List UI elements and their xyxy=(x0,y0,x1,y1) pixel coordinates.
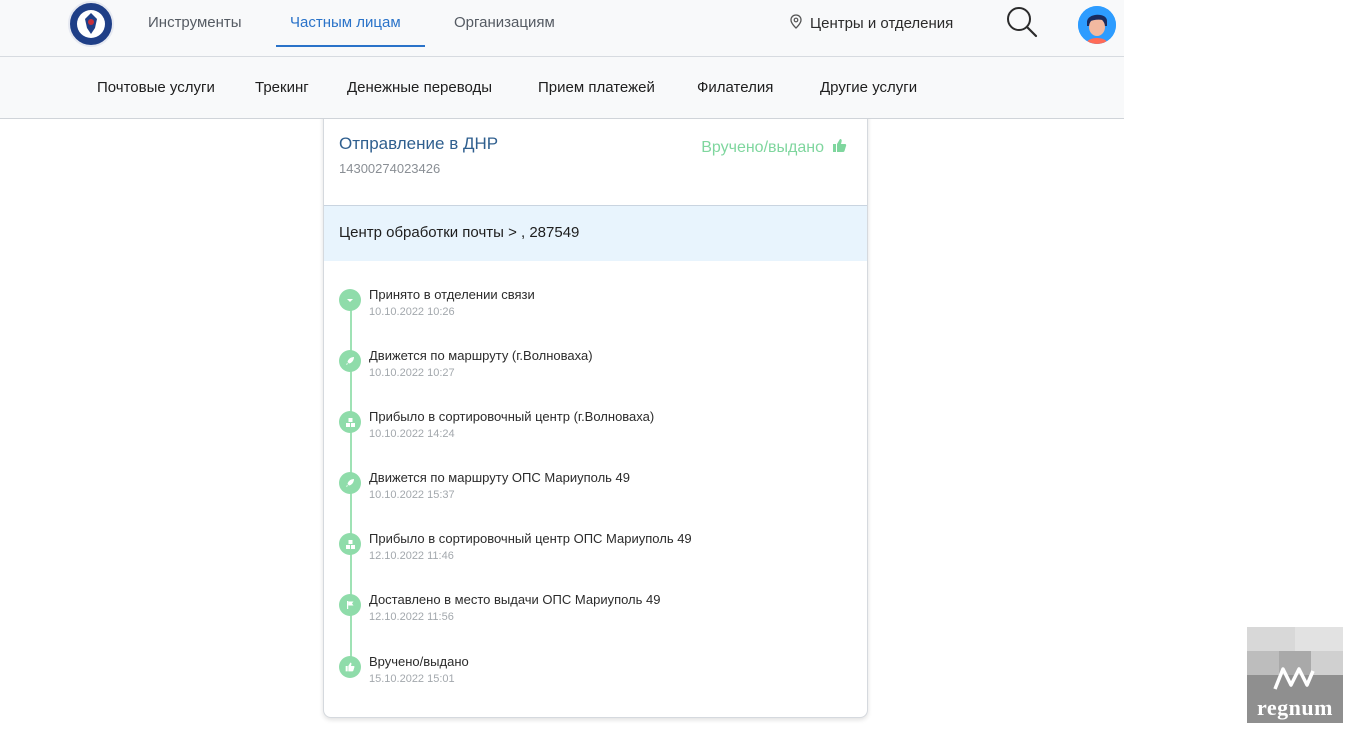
regnum-logo-mark xyxy=(1273,667,1315,690)
event-label: Вручено/выдано xyxy=(369,654,469,669)
event-label: Прибыло в сортировочный центр (г.Волнова… xyxy=(369,409,655,424)
search-icon[interactable] xyxy=(1005,5,1039,39)
event-time: 12.10.2022 11:46 xyxy=(369,550,454,562)
rocket-icon xyxy=(339,472,361,494)
regnum-watermark: regnum xyxy=(1247,627,1343,723)
tracking-number: 14300274023426 xyxy=(339,161,441,176)
active-tab-indicator xyxy=(276,45,425,47)
subnav-other-services[interactable]: Другие услуги xyxy=(820,79,917,96)
top-header: Инструменты Частным лицам Организациям Ц… xyxy=(0,0,1124,57)
event-time: 10.10.2022 15:37 xyxy=(369,489,455,501)
timeline-event: Доставлено в место выдачи ОПС Мариуполь … xyxy=(339,592,839,632)
shipment-status: Вручено/выдано xyxy=(701,138,847,158)
event-time: 10.10.2022 14:24 xyxy=(369,428,455,440)
user-avatar[interactable] xyxy=(1078,6,1116,44)
centers-link[interactable]: Центры и отделения xyxy=(790,14,953,33)
event-label: Движется по маршруту ОПС Мариуполь 49 xyxy=(369,470,630,485)
event-label: Прибыло в сортировочный центр ОПС Мариуп… xyxy=(369,531,692,546)
current-location: Центр обработки почты > , 287549 xyxy=(339,224,580,241)
timeline-event: Прибыло в сортировочный центр (г.Волнова… xyxy=(339,409,839,449)
chevron-down-icon xyxy=(339,289,361,311)
flag-icon xyxy=(339,594,361,616)
subnav-postal-services[interactable]: Почтовые услуги xyxy=(97,79,215,96)
event-time: 10.10.2022 10:27 xyxy=(369,367,455,379)
shipment-title: Отправление в ДНР xyxy=(339,134,499,153)
event-label: Принято в отделении связи xyxy=(369,287,535,302)
event-time: 12.10.2022 11:56 xyxy=(369,611,454,623)
timeline-event: Движется по маршруту (г.Волноваха) 10.10… xyxy=(339,348,839,388)
nav-organizations[interactable]: Организациям xyxy=(454,14,555,31)
cubes-icon xyxy=(339,411,361,433)
thumbs-up-icon xyxy=(339,656,361,678)
event-time: 10.10.2022 10:26 xyxy=(369,306,455,318)
timeline-event: Прибыло в сортировочный центр ОПС Мариуп… xyxy=(339,531,839,571)
nav-individuals[interactable]: Частным лицам xyxy=(290,14,401,31)
centers-label: Центры и отделения xyxy=(810,15,954,32)
subnav-payments[interactable]: Прием платежей xyxy=(538,79,655,96)
watermark-text: regnum xyxy=(1257,695,1333,720)
subnav-philately[interactable]: Филателия xyxy=(697,79,773,96)
timeline-event: Принято в отделении связи 10.10.2022 10:… xyxy=(339,287,839,327)
cubes-icon xyxy=(339,533,361,555)
tracking-card: Отправление в ДНР 14300274023426 Вручено… xyxy=(323,100,868,718)
subnav-tracking[interactable]: Трекинг xyxy=(255,79,309,96)
timeline-event: Движется по маршруту ОПС Мариуполь 49 10… xyxy=(339,470,839,510)
current-location-band: Центр обработки почты > , 287549 xyxy=(324,206,867,261)
subnav-money-transfers[interactable]: Денежные переводы xyxy=(347,79,492,96)
nav-tools[interactable]: Инструменты xyxy=(148,14,242,31)
timeline-event: Вручено/выдано 15.10.2022 15:01 xyxy=(339,654,839,694)
event-label: Движется по маршруту (г.Волноваха) xyxy=(369,348,593,363)
site-logo[interactable] xyxy=(68,1,114,47)
event-label: Доставлено в место выдачи ОПС Мариуполь … xyxy=(369,592,661,607)
status-label: Вручено/выдано xyxy=(701,139,824,156)
event-time: 15.10.2022 15:01 xyxy=(369,673,455,685)
thumbs-up-icon xyxy=(832,138,847,158)
rocket-icon xyxy=(339,350,361,372)
map-pin-icon xyxy=(790,14,802,33)
services-nav: Почтовые услуги Трекинг Денежные перевод… xyxy=(0,57,1124,119)
